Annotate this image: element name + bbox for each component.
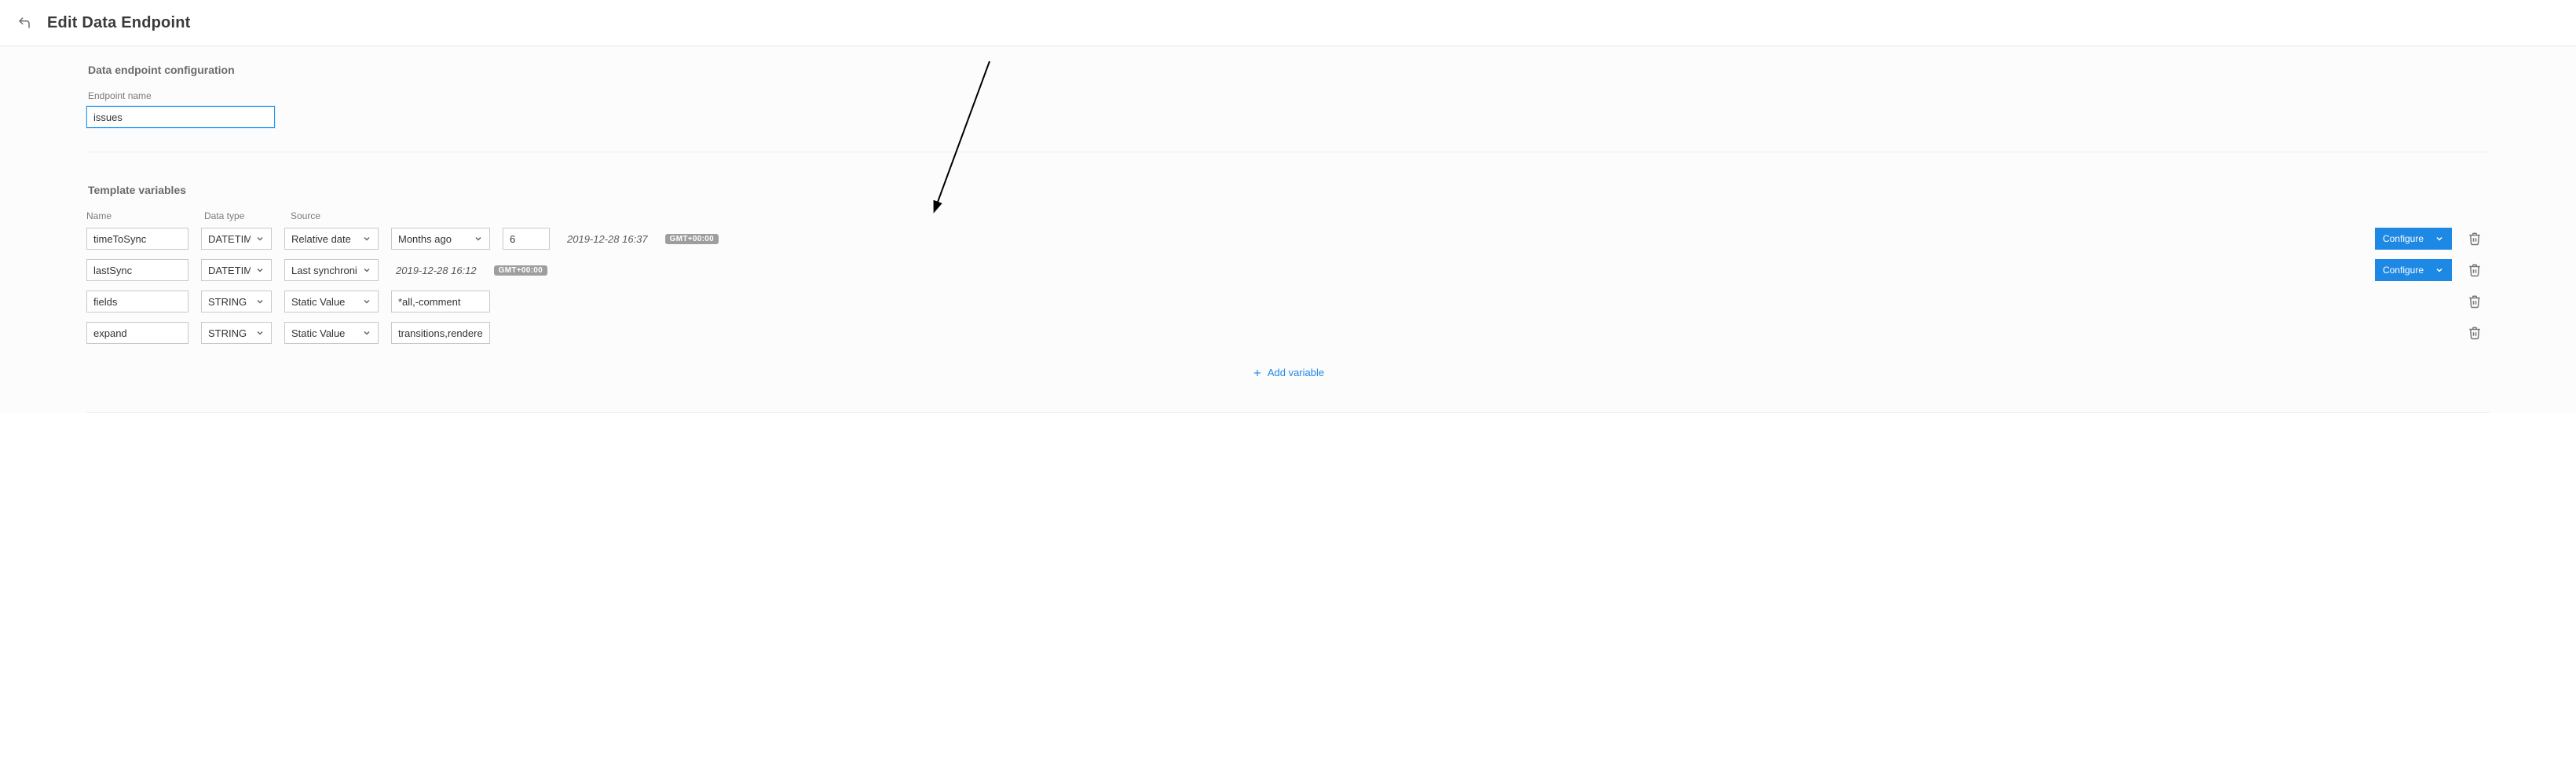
tv-header-name: Name bbox=[86, 210, 188, 221]
var-source-select[interactable]: Static Value bbox=[284, 322, 379, 344]
delete-icon[interactable] bbox=[2468, 232, 2482, 246]
var-dtype-value: STRING bbox=[208, 327, 247, 339]
tv-row: DATETIME Last synchronizati 2019-12-28 1… bbox=[86, 259, 2490, 281]
var-datetime-preview: 2019-12-28 16:37 bbox=[567, 233, 648, 245]
var-amount-input[interactable] bbox=[503, 228, 550, 250]
tv-header-dtype: Data type bbox=[204, 210, 275, 221]
chevron-down-icon bbox=[362, 265, 371, 275]
chevron-down-icon bbox=[255, 265, 265, 275]
var-source-value: Last synchronizati bbox=[291, 265, 357, 276]
chevron-down-icon bbox=[362, 297, 371, 306]
configure-button[interactable]: Configure bbox=[2375, 259, 2452, 281]
var-dtype-select[interactable]: STRING bbox=[201, 291, 272, 312]
configure-label: Configure bbox=[2383, 233, 2424, 244]
var-name-input[interactable] bbox=[86, 259, 188, 281]
back-button[interactable] bbox=[16, 14, 33, 31]
delete-icon[interactable] bbox=[2468, 263, 2482, 277]
plus-icon bbox=[1252, 367, 1263, 378]
var-unit-select[interactable]: Months ago bbox=[391, 228, 490, 250]
var-source-value: Relative date bbox=[291, 233, 351, 245]
var-name-input[interactable] bbox=[86, 228, 188, 250]
var-dtype-value: DATETIME bbox=[208, 265, 251, 276]
var-unit-value: Months ago bbox=[398, 233, 452, 245]
var-dtype-value: DATETIME bbox=[208, 233, 251, 245]
var-source-select[interactable]: Relative date bbox=[284, 228, 379, 250]
var-name-input[interactable] bbox=[86, 322, 188, 344]
var-source-select[interactable]: Last synchronizati bbox=[284, 259, 379, 281]
chevron-down-icon bbox=[255, 328, 265, 338]
tv-row: STRING Static Value bbox=[86, 322, 2490, 344]
chevron-down-icon bbox=[2435, 265, 2444, 275]
delete-icon[interactable] bbox=[2468, 294, 2482, 309]
chevron-down-icon bbox=[474, 234, 483, 243]
config-section-title: Data endpoint configuration bbox=[88, 64, 2490, 76]
delete-icon[interactable] bbox=[2468, 326, 2482, 340]
endpoint-name-label: Endpoint name bbox=[88, 90, 2490, 101]
var-source-select[interactable]: Static Value bbox=[284, 291, 379, 312]
add-variable-label: Add variable bbox=[1268, 367, 1324, 378]
var-dtype-select[interactable]: STRING bbox=[201, 322, 272, 344]
var-value-input[interactable] bbox=[391, 322, 490, 344]
var-dtype-value: STRING bbox=[208, 296, 247, 308]
tv-row: STRING Static Value bbox=[86, 291, 2490, 312]
var-value-input[interactable] bbox=[391, 291, 490, 312]
tv-row: DATETIME Relative date Months ago 2019-1… bbox=[86, 228, 2490, 250]
chevron-down-icon bbox=[362, 234, 371, 243]
var-dtype-select[interactable]: DATETIME bbox=[201, 259, 272, 281]
var-dtype-select[interactable]: DATETIME bbox=[201, 228, 272, 250]
add-variable-button[interactable]: Add variable bbox=[1247, 366, 1329, 379]
var-source-value: Static Value bbox=[291, 296, 345, 308]
var-tz-badge: GMT+00:00 bbox=[494, 265, 547, 276]
var-name-input[interactable] bbox=[86, 291, 188, 312]
var-datetime-preview: 2019-12-28 16:12 bbox=[396, 265, 477, 276]
var-tz-badge: GMT+00:00 bbox=[665, 234, 719, 244]
section-divider bbox=[86, 412, 2490, 413]
var-source-value: Static Value bbox=[291, 327, 345, 339]
page-title: Edit Data Endpoint bbox=[47, 14, 190, 32]
configure-label: Configure bbox=[2383, 265, 2424, 276]
chevron-down-icon bbox=[255, 297, 265, 306]
chevron-down-icon bbox=[255, 234, 265, 243]
configure-button[interactable]: Configure bbox=[2375, 228, 2452, 250]
chevron-down-icon bbox=[2435, 234, 2444, 243]
endpoint-name-input[interactable] bbox=[86, 106, 275, 128]
tv-section-title: Template variables bbox=[88, 184, 2490, 196]
chevron-down-icon bbox=[362, 328, 371, 338]
tv-header-source: Source bbox=[291, 210, 385, 221]
back-arrow-icon bbox=[17, 16, 31, 30]
